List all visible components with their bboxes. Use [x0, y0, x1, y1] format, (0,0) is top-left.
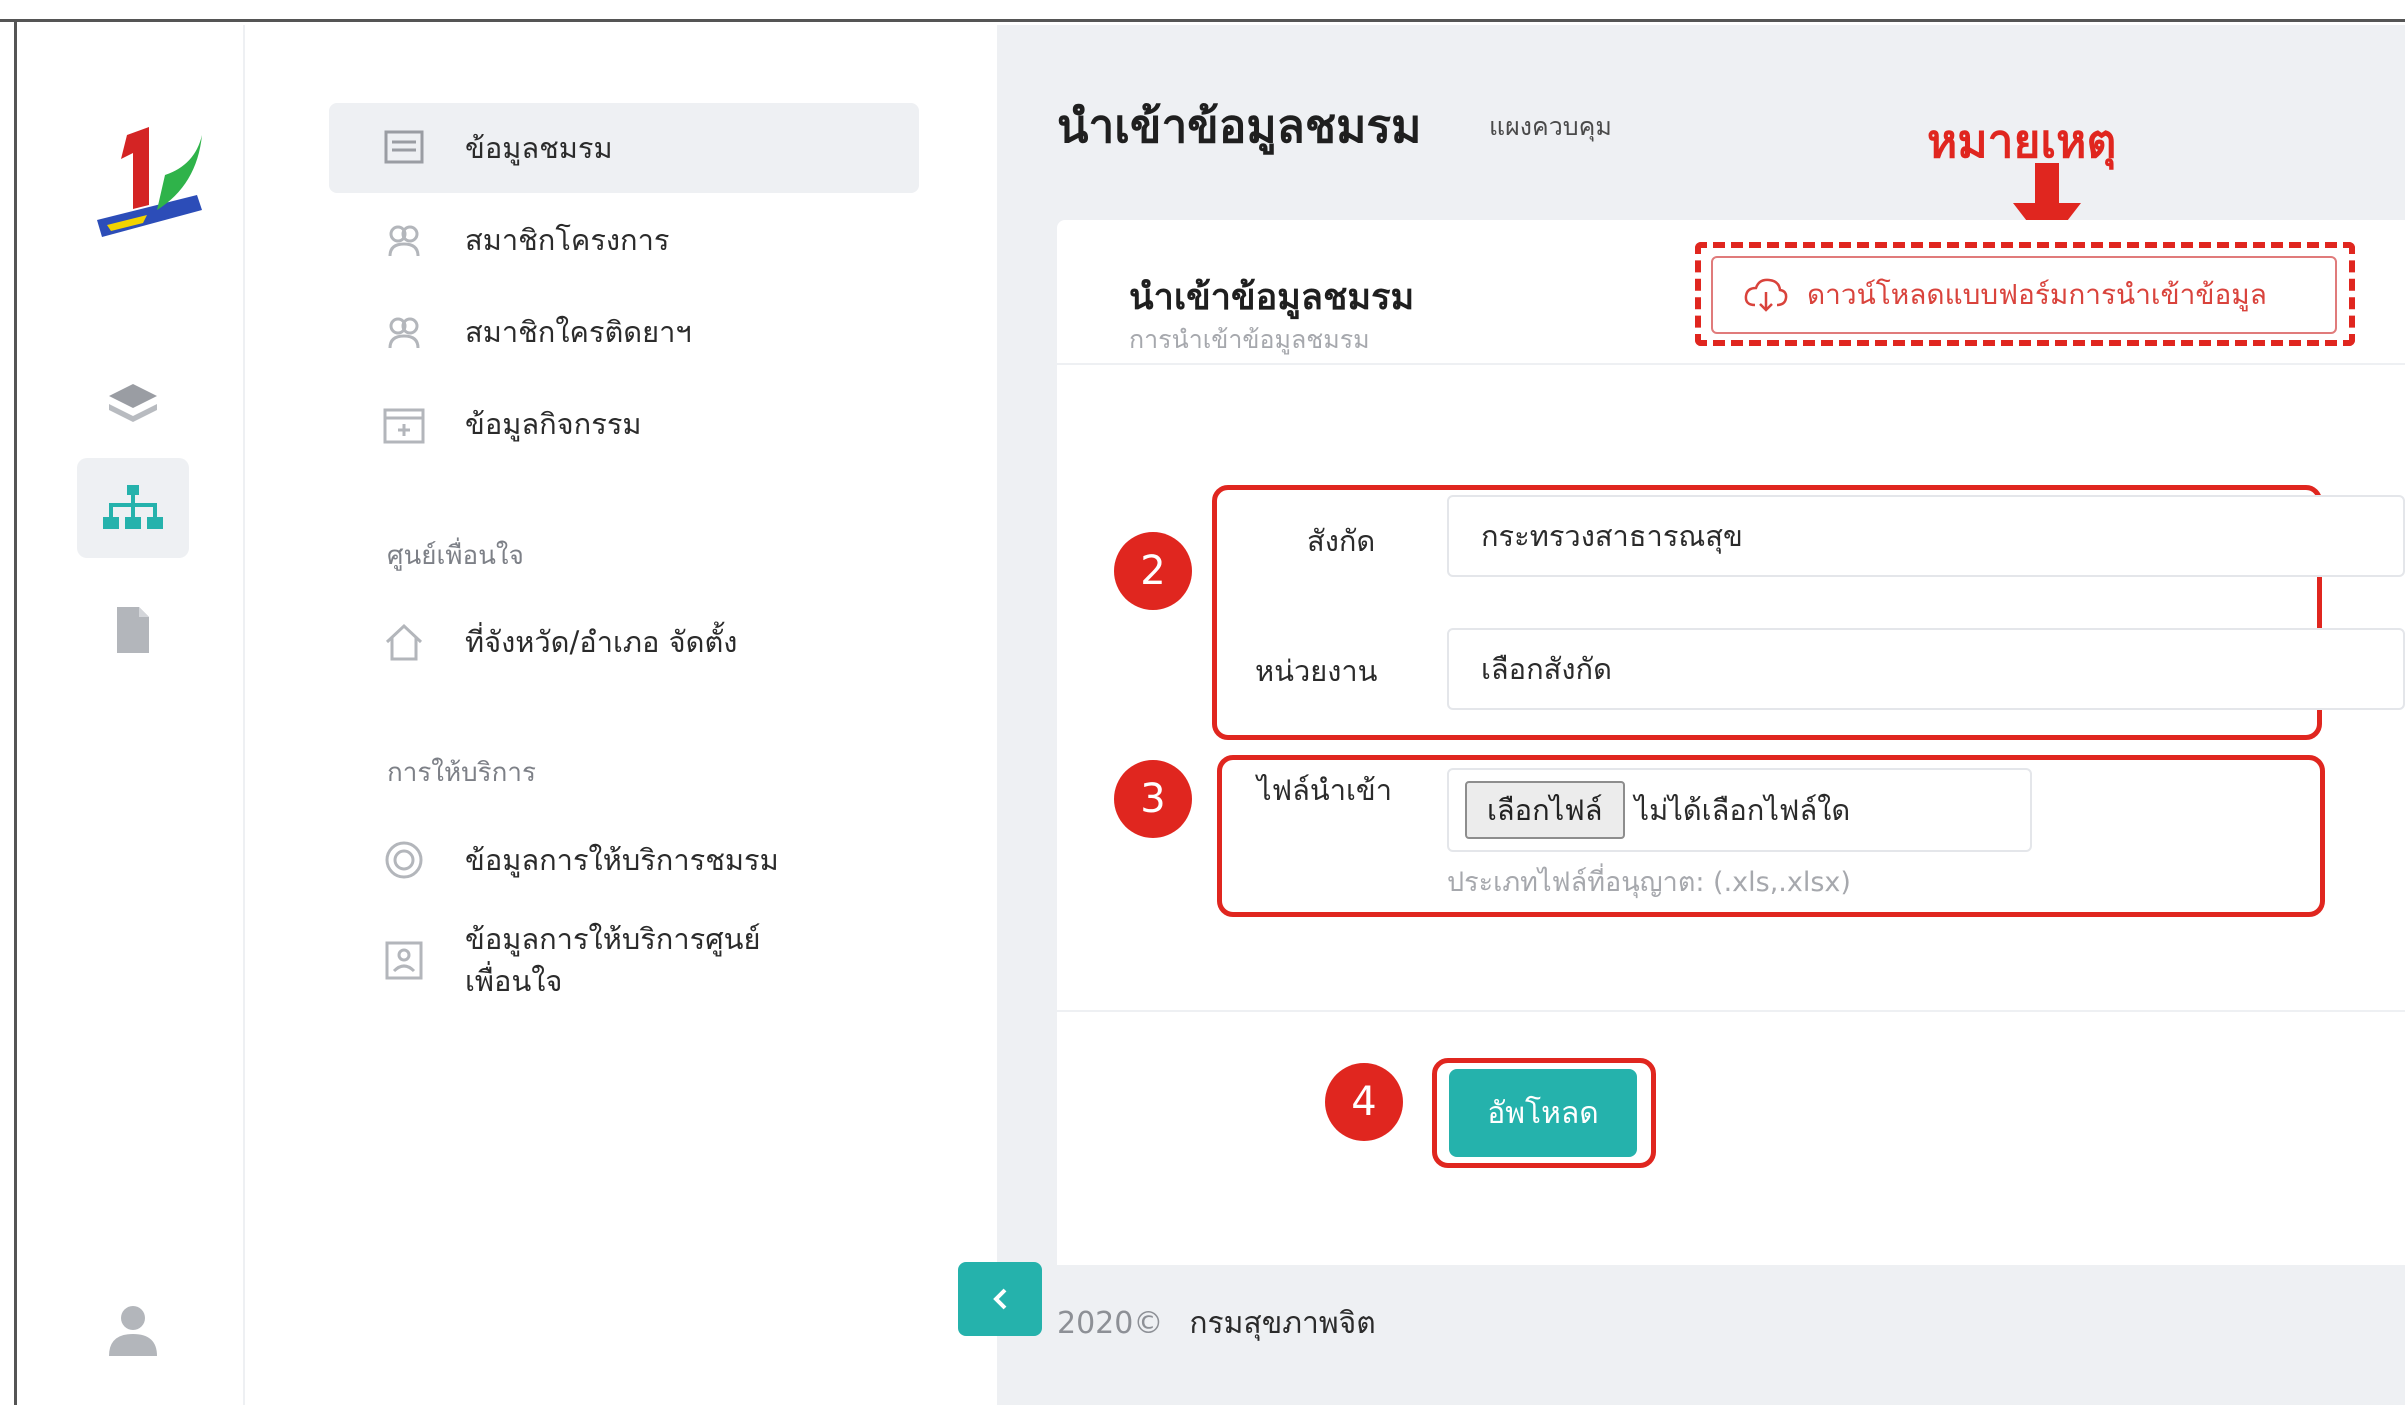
sitemap-icon[interactable]	[77, 458, 189, 558]
card-subtitle: การนำเข้าข้อมูลชมรม	[1129, 325, 1370, 354]
sidebar-item-club-info[interactable]: ข้อมูลชมรม	[329, 103, 919, 193]
sidebar-item-label: ที่จังหวัด/อำเภอ จัดตั้ง	[465, 625, 738, 659]
main-content: นำเข้าข้อมูลชมรม แผงควบคุม หมายเหตุ นำเข…	[997, 25, 2405, 1405]
step-badge-2: 2	[1114, 532, 1192, 610]
sidebar-nav: ข้อมูลชมรม สมาชิกโครงการ สมาชิกใครติดยาฯ…	[247, 25, 997, 1405]
no-file-text: ไม่ได้เลือกไฟล์ใด	[1634, 793, 1851, 827]
unit-select[interactable]: เลือกสังกัด	[1447, 628, 2405, 710]
icon-rail	[17, 25, 245, 1405]
page-title: นำเข้าข้อมูลชมรม	[1057, 99, 1422, 153]
members-icon	[379, 309, 429, 355]
form-divider	[1057, 1010, 2405, 1012]
sidebar-item-label: สมาชิกโครงการ	[465, 223, 670, 257]
download-template-label: ดาวน์โหลดแบบฟอร์มการนำเข้าข้อมูล	[1807, 278, 2267, 311]
calendar-icon	[379, 401, 429, 447]
file-input[interactable]: เลือกไฟล์ ไม่ได้เลือกไฟล์ใด	[1447, 768, 2032, 852]
file-type-hint: ประเภทไฟล์ที่อนุญาต: (.xls,.xlsx)	[1447, 867, 1851, 898]
window-top-border	[0, 0, 2405, 22]
cloud-download-icon	[1743, 277, 1789, 313]
breadcrumb: แผงควบคุม	[1489, 112, 1612, 141]
import-card: นำเข้าข้อมูลชมรม การนำเข้าข้อมูลชมรม ดาว…	[1057, 220, 2405, 1265]
badge-icon	[379, 937, 429, 983]
sidebar-item-project-members[interactable]: สมาชิกโครงการ	[329, 195, 919, 285]
footer: 2020© กรมสุขภาพจิต	[1057, 1300, 1376, 1347]
members-icon	[379, 217, 429, 263]
affiliation-value: กระทรวงสาธารณสุข	[1481, 519, 1743, 553]
unit-label: หน่วยงาน	[1255, 654, 1378, 688]
footer-org: กรมสุขภาพจิต	[1189, 1306, 1376, 1341]
file-label: ไฟล์นำเข้า	[1257, 773, 1393, 807]
home-icon	[379, 619, 429, 665]
app-logo[interactable]	[77, 125, 217, 255]
sidebar-item-label-line1: ข้อมูลการให้บริการศูนย์	[465, 922, 761, 956]
affiliation-label: สังกัด	[1307, 524, 1376, 558]
step-badge-4: 4	[1325, 1063, 1403, 1141]
collapse-sidebar-button[interactable]	[958, 1262, 1042, 1336]
user-icon[interactable]	[77, 1280, 189, 1380]
chevron-left-icon	[993, 1288, 1007, 1310]
section-heading-service: การให้บริการ	[387, 758, 536, 788]
sidebar-item-center-setup[interactable]: ที่จังหวัด/อำเภอ จัดตั้ง	[329, 597, 919, 687]
unit-value: เลือกสังกัด	[1481, 652, 1612, 686]
footer-year: 2020©	[1057, 1306, 1164, 1341]
card-header: นำเข้าข้อมูลชมรม การนำเข้าข้อมูลชมรม ดาว…	[1057, 220, 2405, 365]
service-icon	[379, 837, 429, 883]
sidebar-item-activities[interactable]: ข้อมูลกิจกรรม	[329, 379, 919, 469]
affiliation-select[interactable]: กระทรวงสาธารณสุข	[1447, 495, 2405, 577]
club-icon	[379, 125, 429, 171]
sidebar-item-label: ข้อมูลการให้บริการชมรม	[465, 843, 779, 877]
layers-icon[interactable]	[77, 355, 189, 455]
upload-button[interactable]: อัพโหลด	[1449, 1069, 1637, 1157]
card-title: นำเข้าข้อมูลชมรม	[1129, 277, 1415, 318]
sidebar-item-label: สมาชิกใครติดยาฯ	[465, 315, 692, 349]
sidebar-item-center-service[interactable]: ข้อมูลการให้บริการศูนย์ เพื่อนใจ	[329, 905, 919, 1015]
section-heading-center: ศูนย์เพื่อนใจ	[387, 541, 524, 571]
download-template-button[interactable]: ดาวน์โหลดแบบฟอร์มการนำเข้าข้อมูล	[1711, 256, 2337, 334]
sidebar-item-addict-members[interactable]: สมาชิกใครติดยาฯ	[329, 287, 919, 377]
sidebar-item-label: ข้อมูลการให้บริการศูนย์ เพื่อนใจ	[465, 918, 760, 1002]
sidebar-item-label-line2: เพื่อนใจ	[465, 964, 563, 998]
sidebar-item-label: ข้อมูลชมรม	[465, 131, 613, 165]
step-badge-3: 3	[1114, 760, 1192, 838]
sidebar-item-label: ข้อมูลกิจกรรม	[465, 407, 642, 441]
sidebar-item-club-service[interactable]: ข้อมูลการให้บริการชมรม	[329, 815, 919, 905]
choose-file-button[interactable]: เลือกไฟล์	[1465, 781, 1625, 839]
document-icon[interactable]	[77, 580, 189, 680]
